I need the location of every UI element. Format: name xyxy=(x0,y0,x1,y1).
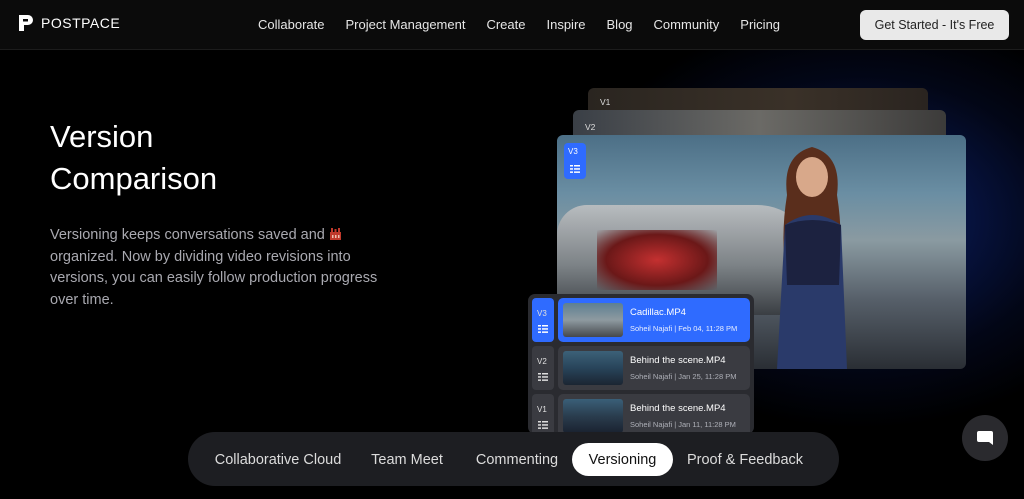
nav-links: Collaborate Project Management Create In… xyxy=(258,17,801,32)
v3-badge[interactable]: V3 xyxy=(564,143,586,179)
hero-description-part-2: organized. Now by dividing video revisio… xyxy=(50,248,378,308)
chat-icon xyxy=(977,431,993,445)
hero-description: Versioning keeps conversations saved and… xyxy=(50,225,390,311)
frame-v1-label: V1 xyxy=(600,97,611,107)
version-meta: Soheil Najafi | Jan 11, 11:28 PM xyxy=(630,420,736,429)
version-thumbnail xyxy=(563,303,623,337)
version-thumbnail xyxy=(563,399,623,433)
version-thumbnail xyxy=(563,351,623,385)
nav-link-collaborate[interactable]: Collaborate xyxy=(258,17,325,32)
get-started-button[interactable]: Get Started - It's Free xyxy=(860,10,1009,40)
nav-link-inspire[interactable]: Inspire xyxy=(546,17,585,32)
v3-badge-label: V3 xyxy=(568,147,578,156)
frame-v2-label: V2 xyxy=(585,122,596,132)
version-row[interactable]: V2 Behind the scene.MP4 Soheil Najafi | … xyxy=(532,346,750,390)
version-file-name: Cadillac.MP4 xyxy=(630,307,686,318)
version-list: V3 Cadillac.MP4 Soheil Najafi | Feb 04, … xyxy=(528,294,754,434)
version-tag: V3 xyxy=(532,298,554,342)
version-file-name: Behind the scene.MP4 xyxy=(630,355,726,366)
version-tag: V2 xyxy=(532,346,554,390)
tab-proof-feedback[interactable]: Proof & Feedback xyxy=(678,443,812,476)
version-row[interactable]: V1 Behind the scene.MP4 Soheil Najafi | … xyxy=(532,394,750,434)
version-tag: V1 xyxy=(532,394,554,434)
list-icon xyxy=(538,373,548,381)
list-icon xyxy=(538,325,548,333)
version-tag-label: V2 xyxy=(537,357,547,366)
tab-team-meet[interactable]: Team Meet xyxy=(360,443,454,476)
version-tag-label: V1 xyxy=(537,405,547,414)
nav-link-project-management[interactable]: Project Management xyxy=(346,17,466,32)
woman-figure xyxy=(777,147,847,369)
version-row[interactable]: V3 Cadillac.MP4 Soheil Najafi | Feb 04, … xyxy=(532,298,750,342)
tab-versioning[interactable]: Versioning xyxy=(572,443,673,476)
nav-link-blog[interactable]: Blog xyxy=(607,17,633,32)
version-card[interactable]: Behind the scene.MP4 Soheil Najafi | Jan… xyxy=(558,346,750,390)
tab-commenting[interactable]: Commenting xyxy=(464,443,570,476)
top-navbar: POSTPACE Collaborate Project Management … xyxy=(0,0,1024,50)
tab-collaborative-cloud[interactable]: Collaborative Cloud xyxy=(202,443,354,476)
hero-title-line-2: Comparison xyxy=(50,161,218,196)
logo-icon xyxy=(19,15,33,31)
hero-title-line-1: Version xyxy=(50,119,154,154)
list-icon xyxy=(570,165,580,173)
chat-button[interactable] xyxy=(962,415,1008,461)
version-card[interactable]: Cadillac.MP4 Soheil Najafi | Feb 04, 11:… xyxy=(558,298,750,342)
nav-link-pricing[interactable]: Pricing xyxy=(740,17,780,32)
emoji-icon xyxy=(329,228,341,240)
hero-title: Version Comparison xyxy=(50,116,310,200)
version-card[interactable]: Behind the scene.MP4 Soheil Najafi | Jan… xyxy=(558,394,750,434)
version-meta: Soheil Najafi | Feb 04, 11:28 PM xyxy=(630,324,738,333)
nav-link-community[interactable]: Community xyxy=(654,17,720,32)
version-meta: Soheil Najafi | Jan 25, 11:28 PM xyxy=(630,372,737,381)
brand-logo[interactable]: POSTPACE xyxy=(18,14,120,32)
feature-tabs: Collaborative Cloud Team Meet Commenting… xyxy=(188,432,839,486)
hero-description-part-1: Versioning keeps conversations saved and xyxy=(50,227,329,243)
version-tag-label: V3 xyxy=(537,309,547,318)
nav-link-create[interactable]: Create xyxy=(486,17,525,32)
red-light xyxy=(597,230,717,290)
version-file-name: Behind the scene.MP4 xyxy=(630,403,726,414)
list-icon xyxy=(538,421,548,429)
brand-name: POSTPACE xyxy=(41,15,121,31)
